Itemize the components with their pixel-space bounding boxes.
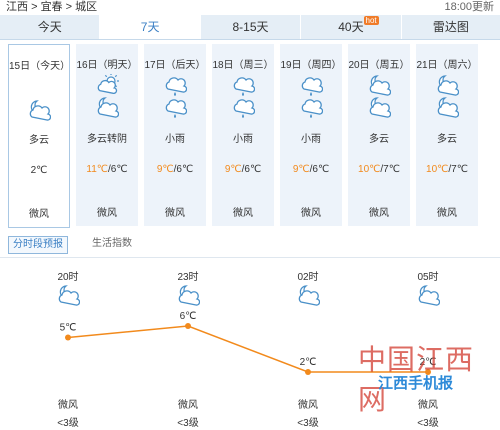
temperature: 11℃/6℃	[86, 164, 128, 175]
breadcrumb-separator: >	[31, 1, 38, 13]
wind: 微风	[301, 208, 321, 219]
wind: 微风	[233, 208, 253, 219]
low-temp: 6℃	[244, 164, 262, 175]
cloudy-night-icon	[148, 284, 228, 309]
hour-time: 23时	[177, 272, 199, 283]
weather-description: 多云	[369, 134, 389, 145]
low-temp: 6℃	[176, 164, 194, 175]
update-time: 18:00更新	[444, 1, 494, 13]
forecast-tabs: 今天 7天 8-15天 40天 hot 雷达图	[0, 15, 500, 40]
day-date: 20日（周五）	[348, 60, 410, 71]
day-card[interactable]: 16日（明天） 多云转阴 11℃/6℃ 微风	[76, 44, 138, 226]
tab-label: 7天	[140, 20, 160, 34]
hour-wind: 微风	[58, 400, 78, 411]
low-temp: 7℃	[451, 164, 468, 175]
seven-day-forecast: 15日（今天） 多云 2℃ 微风 16日（明天） 多云转阴 11℃/6℃ 微风 …	[4, 44, 496, 230]
wind: 微风	[29, 209, 49, 220]
temperature-label: 6℃	[180, 311, 197, 322]
day-card[interactable]: 21日（周六） 多云 10℃/7℃ 微风	[416, 44, 478, 226]
weather-description: 小雨	[165, 134, 185, 145]
hour-wind-level: <3级	[177, 418, 199, 429]
tab-label: 40天	[338, 20, 364, 34]
day-card[interactable]: 18日（周三） 小雨 9℃/6℃ 微风	[212, 44, 274, 226]
weather-description: 多云转阴	[87, 134, 127, 145]
breadcrumb-district[interactable]: 城区	[75, 1, 97, 13]
day-date: 19日（周四）	[280, 60, 342, 71]
day-card[interactable]: 20日（周五） 多云 10℃/7℃ 微风	[348, 44, 410, 226]
wind: 微风	[165, 208, 185, 219]
high-temp: 10℃	[426, 164, 449, 175]
temperature-label: 2℃	[300, 357, 317, 368]
tab-radar[interactable]: 雷达图	[402, 15, 500, 39]
hour-wind-level: <3级	[297, 418, 319, 429]
high-temp: 9℃	[156, 164, 174, 175]
hour-wind-level: <3级	[57, 418, 79, 429]
cloudy-icon	[27, 99, 52, 124]
weather-description: 小雨	[233, 134, 253, 145]
cloudy-night-icon	[367, 96, 392, 121]
low-temp: 6℃	[312, 164, 330, 175]
day-date: 17日（后天）	[144, 60, 206, 71]
cloudy-night-icon	[28, 284, 108, 309]
temperature-point	[65, 334, 71, 341]
low-temp: 6℃	[110, 164, 128, 175]
weather-description: 多云	[437, 134, 457, 145]
high-temp: 11℃	[86, 164, 109, 175]
tab-7-days[interactable]: 7天	[100, 15, 201, 39]
tab-label: 8-15天	[232, 20, 269, 34]
high-temp: 10℃	[358, 164, 381, 175]
hour-time: 02时	[297, 272, 319, 283]
wind: 微风	[97, 208, 117, 219]
tab-40-days[interactable]: 40天 hot	[301, 15, 402, 39]
day-card[interactable]: 17日（后天） 小雨 9℃/6℃ 微风	[144, 44, 206, 226]
light-rain-icon	[299, 96, 324, 121]
top-bar: 江西 > 宜春 > 城区 18:00更新	[0, 0, 500, 14]
temperature: 10℃/7℃	[358, 164, 400, 175]
temperature: 10℃/7℃	[426, 164, 468, 175]
hour-wind: 微风	[298, 400, 318, 411]
day-date: 21日（周六）	[416, 60, 478, 71]
tab-life-index[interactable]: 生活指数	[88, 236, 136, 252]
day-card[interactable]: 15日（今天） 多云 2℃ 微风	[8, 44, 70, 228]
cloudy-night-icon	[95, 96, 120, 121]
wind: 微风	[437, 208, 457, 219]
tab-label: 雷达图	[432, 20, 469, 34]
day-date: 16日（明天）	[76, 60, 138, 71]
weather-description: 多云	[29, 135, 49, 146]
high-temp: 9℃	[292, 164, 310, 175]
temperature-label: 5℃	[60, 323, 77, 334]
light-rain-icon	[163, 96, 188, 121]
cloudy-night-icon	[435, 96, 460, 121]
hour-time: 20时	[57, 272, 79, 283]
day-date: 18日（周三）	[212, 60, 274, 71]
temperature-point	[305, 369, 311, 375]
day-card[interactable]: 19日（周四） 小雨 9℃/6℃ 微风	[280, 44, 342, 226]
temperature-point	[185, 323, 191, 329]
day-date: 15日（今天）	[9, 61, 71, 72]
light-rain-icon	[231, 96, 256, 121]
low-temp: 7℃	[383, 164, 400, 175]
wind: 微风	[369, 208, 389, 219]
breadcrumb: 江西 > 宜春 > 城区	[6, 0, 97, 14]
breadcrumb-separator: >	[65, 1, 73, 13]
tab-label: 今天	[37, 20, 62, 34]
temperature: 9℃/6℃	[224, 164, 262, 175]
cloudy-night-icon	[388, 284, 468, 309]
hour-wind: 微风	[178, 400, 198, 411]
temperature: 2℃	[9, 165, 69, 176]
tab-today[interactable]: 今天	[0, 15, 101, 39]
tab-8-15-days[interactable]: 8-15天	[201, 15, 302, 39]
watermark-text: 江西手机报	[378, 375, 454, 392]
high-temp: 9℃	[224, 164, 242, 175]
weather-description: 小雨	[301, 134, 321, 145]
cloudy-night-icon	[268, 284, 348, 309]
temperature: 9℃/6℃	[292, 164, 330, 175]
hot-badge: hot	[363, 16, 379, 25]
breadcrumb-province[interactable]: 江西	[6, 1, 28, 13]
tab-hourly-forecast[interactable]: 分时段预报	[8, 236, 68, 254]
temperature: 9℃/6℃	[156, 164, 194, 175]
low-temp: 2℃	[30, 165, 48, 176]
hour-time: 05时	[417, 272, 439, 283]
breadcrumb-city[interactable]: 宜春	[41, 1, 63, 13]
